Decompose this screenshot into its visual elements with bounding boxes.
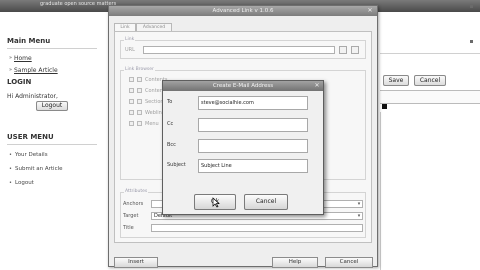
email-icon[interactable] bbox=[351, 46, 359, 54]
close-icon[interactable]: ✕ bbox=[313, 82, 321, 90]
logout-button[interactable]: Logout bbox=[36, 101, 68, 111]
expand-icon[interactable] bbox=[129, 77, 134, 82]
folder-icon bbox=[137, 99, 142, 104]
user-menu-title: USER MENU bbox=[7, 133, 54, 141]
to-label: To bbox=[167, 99, 173, 105]
url-input[interactable] bbox=[143, 46, 335, 54]
insert-button[interactable]: Insert bbox=[114, 257, 158, 268]
tree-item-menu[interactable]: Menu bbox=[145, 121, 159, 127]
marker-icon bbox=[470, 5, 473, 8]
marker-icon bbox=[470, 40, 473, 43]
close-icon[interactable]: ✕ bbox=[366, 7, 374, 15]
bullet-icon: • bbox=[9, 152, 12, 158]
bullet-icon: • bbox=[9, 180, 12, 186]
link-browser-legend: Link Browser bbox=[124, 67, 155, 72]
dropdown-arrow-icon[interactable]: ▾ bbox=[355, 200, 363, 208]
anchors-label: Anchors bbox=[123, 201, 144, 207]
bullet-icon: • bbox=[9, 166, 12, 172]
menu-link-logout[interactable]: Logout bbox=[15, 180, 34, 186]
advanced-link-title: Advanced Link v 1.0.6 bbox=[109, 6, 377, 16]
email-cancel-button[interactable]: Cancel bbox=[244, 194, 288, 210]
browse-icon[interactable] bbox=[339, 46, 347, 54]
cc-label: Cc bbox=[167, 121, 174, 127]
menu-link-your-details[interactable]: Your Details bbox=[15, 152, 48, 158]
bcc-input[interactable] bbox=[198, 139, 308, 153]
to-input[interactable]: steve@socialhie.com bbox=[198, 96, 308, 110]
site-tagline: graduate open source matters bbox=[40, 1, 117, 7]
folder-icon bbox=[137, 88, 142, 93]
divider bbox=[7, 48, 97, 49]
title-input[interactable] bbox=[151, 224, 363, 232]
url-label: URL bbox=[125, 47, 135, 53]
expand-icon[interactable] bbox=[129, 110, 134, 115]
menu-link-home[interactable]: Home bbox=[14, 55, 32, 62]
folder-icon bbox=[137, 110, 142, 115]
attributes-legend: Attributes bbox=[124, 189, 149, 194]
create-email-title: Create E-Mail Address bbox=[163, 81, 323, 91]
title-label: Title bbox=[123, 225, 134, 231]
bullet-icon: » bbox=[9, 67, 13, 73]
menu-link-submit-article[interactable]: Submit an Article bbox=[15, 166, 63, 172]
expand-icon[interactable] bbox=[129, 99, 134, 104]
expand-icon[interactable] bbox=[129, 88, 134, 93]
folder-icon bbox=[137, 121, 142, 126]
greeting-text: Hi Administrator, bbox=[7, 93, 58, 100]
login-title: LOGIN bbox=[7, 78, 32, 86]
menu-link-sample-article[interactable]: Sample Article bbox=[14, 67, 58, 74]
color-swatch-icon[interactable] bbox=[382, 104, 387, 109]
mouse-cursor-icon bbox=[212, 197, 220, 208]
create-email-dialog: Create E-Mail Address ✕ To steve@socialh… bbox=[162, 80, 324, 215]
bullet-icon: » bbox=[9, 55, 13, 61]
help-button[interactable]: Help bbox=[272, 257, 318, 268]
subject-label: Subject bbox=[167, 162, 186, 168]
main-menu-title: Main Menu bbox=[7, 37, 51, 45]
save-button[interactable]: Save bbox=[383, 75, 409, 86]
cancel-button[interactable]: Cancel bbox=[414, 75, 446, 86]
divider bbox=[380, 53, 480, 54]
divider bbox=[7, 144, 97, 145]
editor-toolbar bbox=[380, 90, 480, 104]
target-label: Target bbox=[123, 213, 139, 219]
cc-input[interactable] bbox=[198, 118, 308, 132]
dropdown-arrow-icon[interactable]: ▾ bbox=[355, 212, 363, 220]
editor-area[interactable] bbox=[380, 112, 480, 270]
folder-icon bbox=[137, 77, 142, 82]
subject-input[interactable]: Subject Line bbox=[198, 159, 308, 173]
link-legend: Link bbox=[124, 37, 136, 42]
expand-icon[interactable] bbox=[129, 121, 134, 126]
dialog-cancel-button[interactable]: Cancel bbox=[325, 257, 373, 268]
bcc-label: Bcc bbox=[167, 142, 176, 148]
